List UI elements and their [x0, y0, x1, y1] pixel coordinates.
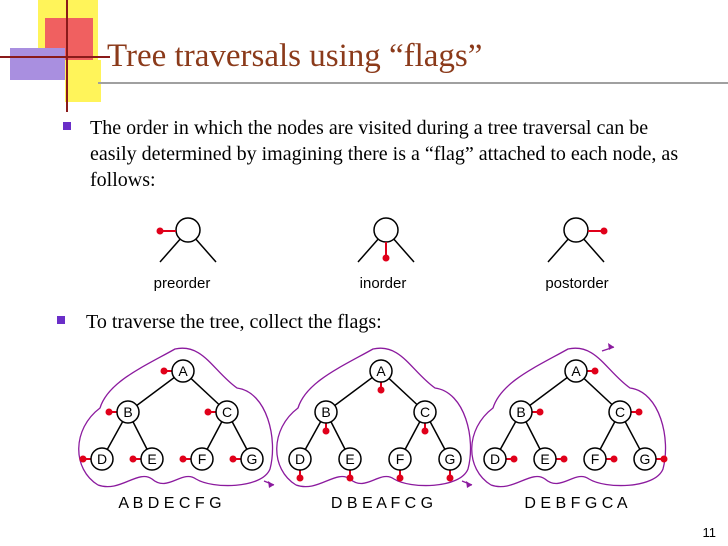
- arrowhead: [466, 481, 472, 488]
- node-flag: [296, 474, 304, 482]
- node-flag: [536, 408, 544, 416]
- node-flag: [510, 455, 518, 463]
- flag-label-preorder: preorder: [154, 275, 211, 292]
- node-flag: [105, 408, 113, 416]
- page-number: 11: [702, 525, 717, 540]
- tree-node-label: D: [97, 451, 107, 467]
- node-flag: [396, 474, 404, 482]
- node-flag: [322, 427, 330, 435]
- tree-node-label: E: [345, 451, 354, 467]
- node-flag: [446, 474, 454, 482]
- tree-node-label: F: [396, 451, 405, 467]
- flag-example-preorder: preorder: [154, 217, 217, 292]
- tree-node-label: G: [247, 451, 258, 467]
- node-flag: [204, 408, 212, 416]
- flag-diagram: preorder inorder postorder A B C D E F G A B C D E F…: [78, 217, 668, 512]
- tree-node-label: G: [640, 451, 651, 467]
- tree-node-label: A: [178, 363, 188, 379]
- node-flag: [79, 455, 87, 463]
- flag-example-postorder: postorder: [545, 217, 609, 292]
- node-flag: [346, 474, 354, 482]
- tree-preorder: A B C D E F G: [78, 347, 275, 488]
- node-flag: [660, 455, 668, 463]
- flag-label-inorder: inorder: [360, 275, 407, 292]
- tree-node-label: B: [123, 404, 132, 420]
- tree-node-label: C: [420, 404, 430, 420]
- tree-node-label: A: [571, 363, 581, 379]
- tree-postorder: A B C D E F G: [471, 343, 668, 488]
- node-flag: [377, 386, 385, 394]
- node-flag: [635, 408, 643, 416]
- tree-node-label: F: [198, 451, 207, 467]
- arrowhead: [608, 343, 614, 350]
- tree-node-label: B: [516, 404, 525, 420]
- sequence-postorder: D E B F G C A: [524, 495, 627, 512]
- flag-label-postorder: postorder: [545, 275, 608, 292]
- tree-inorder: A B C D E F G: [276, 347, 473, 488]
- sequence-preorder: A B D E C F G: [118, 495, 221, 512]
- node-flag: [160, 367, 168, 375]
- sequence-inorder: D B E A F C G: [331, 495, 433, 512]
- bullet-text-2: To traverse the tree, collect the flags:: [86, 311, 382, 333]
- node-flag: [591, 367, 599, 375]
- tree-node-label: D: [490, 451, 500, 467]
- node-flag: [129, 455, 137, 463]
- tree-node-label: F: [591, 451, 600, 467]
- node-flag: [229, 455, 237, 463]
- tree-node-label: E: [540, 451, 549, 467]
- node-flag: [179, 455, 187, 463]
- arrowhead: [268, 481, 274, 488]
- tree-node-label: B: [321, 404, 330, 420]
- tree-node-label: A: [376, 363, 386, 379]
- traversal-trees: A B C D E F G A B C D E F G A B C D E F G: [78, 343, 668, 488]
- node-flag: [421, 427, 429, 435]
- tree-node-label: G: [445, 451, 456, 467]
- bullet-marker: [57, 316, 65, 324]
- tree-node-label: E: [147, 451, 156, 467]
- tree-node-label: C: [222, 404, 232, 420]
- flag-example-inorder: inorder: [357, 217, 415, 292]
- tree-node-label: D: [295, 451, 305, 467]
- node-flag: [610, 455, 618, 463]
- node-flag: [560, 455, 568, 463]
- tree-node-label: C: [615, 404, 625, 420]
